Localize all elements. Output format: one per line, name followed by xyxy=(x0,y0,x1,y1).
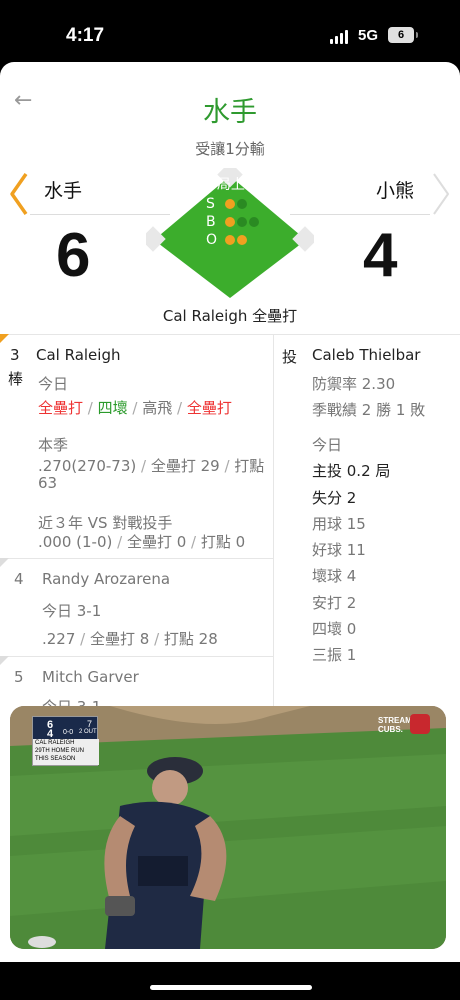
bug-inning: 7 xyxy=(87,719,93,729)
home-score: 4 xyxy=(363,221,398,290)
battery-level: 6 xyxy=(397,29,405,41)
pitcher-pitches: 用球 15 xyxy=(312,515,366,533)
divider xyxy=(0,558,273,559)
out-dot xyxy=(237,235,247,245)
vs-pitcher-label: 近３年 VS 對戰投手 xyxy=(38,514,173,532)
season-hr: 全壘打 29 xyxy=(150,457,220,475)
pitcher-strikeouts: 三振 1 xyxy=(312,646,357,664)
pitcher-hits: 安打 2 xyxy=(312,594,357,612)
video-player[interactable]: 6 4 7 0-0 2 OUT CAL RALEIGH 29TH HOME RU… xyxy=(10,706,446,949)
pitcher-strikes: 好球 11 xyxy=(312,541,366,559)
network-logo: STREAM CUBS. xyxy=(378,716,412,734)
pitcher-name: Caleb Thielbar xyxy=(312,346,421,364)
score-bug: 6 4 7 0-0 2 OUT CAL RALEIGH 29TH HOME RU… xyxy=(32,716,99,766)
result-item: 四壞 xyxy=(97,399,128,417)
pitcher-era: 防禦率 2.30 xyxy=(312,375,396,393)
pitcher-walks: 四壞 0 xyxy=(312,620,357,638)
season-stats: .270(270-73) / 全壘打 29 / 打點 xyxy=(38,457,265,475)
season-avg: .270(270-73) xyxy=(38,457,137,475)
batter-today-label: 今日 xyxy=(38,375,69,393)
pitcher-today-label: 今日 xyxy=(312,436,343,454)
prev-team-chevron-icon[interactable] xyxy=(8,172,30,216)
corner-marker xyxy=(0,656,9,665)
next-batter-name: Mitch Garver xyxy=(42,668,139,686)
next-batter-stats: .227 / 全壘打 8 / 打點 28 xyxy=(42,630,218,648)
vs-avg: .000 (1-0) xyxy=(38,533,113,551)
bug-caption-detail: 29TH HOME RUN xyxy=(35,748,85,754)
batting-order-suffix: 棒 xyxy=(8,370,24,388)
corner-marker xyxy=(0,558,9,567)
next-batter-avg: .227 xyxy=(42,630,76,648)
next-batter-name: Randy Arozarena xyxy=(42,570,171,588)
batting-order: 5 xyxy=(14,668,24,686)
network-bottom: CUBS. xyxy=(378,725,403,734)
status-time: 4:17 xyxy=(66,25,105,46)
inning-label: 7局上 xyxy=(208,177,245,193)
ball-dot xyxy=(237,217,247,227)
handicap-label: 受讓1分輸 xyxy=(195,140,265,158)
pitcher-ip: 主投 0.2 局 xyxy=(312,462,391,480)
vs-rbi: 打點 0 xyxy=(200,533,246,551)
batting-order: 3 xyxy=(10,346,20,364)
batter-name: Cal Raleigh xyxy=(36,346,121,364)
pitcher-balls: 壞球 4 xyxy=(312,567,357,585)
strike-dot xyxy=(237,199,247,209)
home-indicator[interactable] xyxy=(150,985,312,990)
next-team-chevron-icon[interactable] xyxy=(430,172,452,216)
away-score: 6 xyxy=(56,221,91,290)
pitcher-runs: 失分 2 xyxy=(312,489,357,507)
next-batter-hr: 全壘打 8 xyxy=(90,630,150,648)
result-item: 高飛 xyxy=(142,399,173,417)
next-batter-rbi: 打點 28 xyxy=(163,630,218,648)
pitcher-role: 投 xyxy=(282,348,298,366)
network-label: 5G xyxy=(358,27,379,44)
ball-dot xyxy=(249,217,259,227)
page-title: 水手 xyxy=(203,97,257,128)
home-team-name: 小熊 xyxy=(376,180,415,202)
battery-icon: 6 xyxy=(388,27,418,43)
next-batter-today: 今日 3-1 xyxy=(42,602,102,620)
out-label: O xyxy=(206,232,218,248)
result-item: 全壘打 xyxy=(38,399,84,417)
vs-hr: 全壘打 0 xyxy=(126,533,187,551)
bug-outs: 2 OUT xyxy=(79,729,97,735)
divider xyxy=(0,334,460,335)
baseball-diamond: 7局上 S B O xyxy=(140,161,318,300)
batting-order: 4 xyxy=(14,570,24,588)
corner-marker xyxy=(0,334,9,343)
bug-caption-name: CAL RALEIGH xyxy=(35,740,75,746)
ball-dot xyxy=(225,217,235,227)
pitcher-record: 季戰績 2 勝 1 敗 xyxy=(312,401,426,419)
vs-pitcher-stats: .000 (1-0) / 全壘打 0 / 打點 0 xyxy=(38,533,246,551)
last-play-label: Cal Raleigh 全壘打 xyxy=(162,307,298,325)
away-team-name: 水手 xyxy=(44,180,83,202)
out-dot xyxy=(225,235,235,245)
result-item: 全壘打 xyxy=(186,399,232,417)
count-dots xyxy=(225,199,259,245)
season-rbi-label: 打點 xyxy=(234,457,265,475)
season-rbi: 63 xyxy=(38,474,58,492)
network-top: STREAM xyxy=(378,716,412,725)
ball-label: B xyxy=(206,214,216,230)
strike-label: S xyxy=(206,196,215,212)
sponsor-logo-icon xyxy=(410,714,430,734)
season-label: 本季 xyxy=(38,436,69,454)
bug-caption-sub: THIS SEASON xyxy=(35,756,76,762)
batter-today-results: 全壘打 / 四壞 / 高飛 / 全壘打 xyxy=(38,399,232,417)
status-bar: 4:17 5G 6 xyxy=(0,0,460,62)
bug-count: 0-0 xyxy=(63,729,74,736)
strike-dot xyxy=(225,199,235,209)
divider xyxy=(0,656,273,657)
